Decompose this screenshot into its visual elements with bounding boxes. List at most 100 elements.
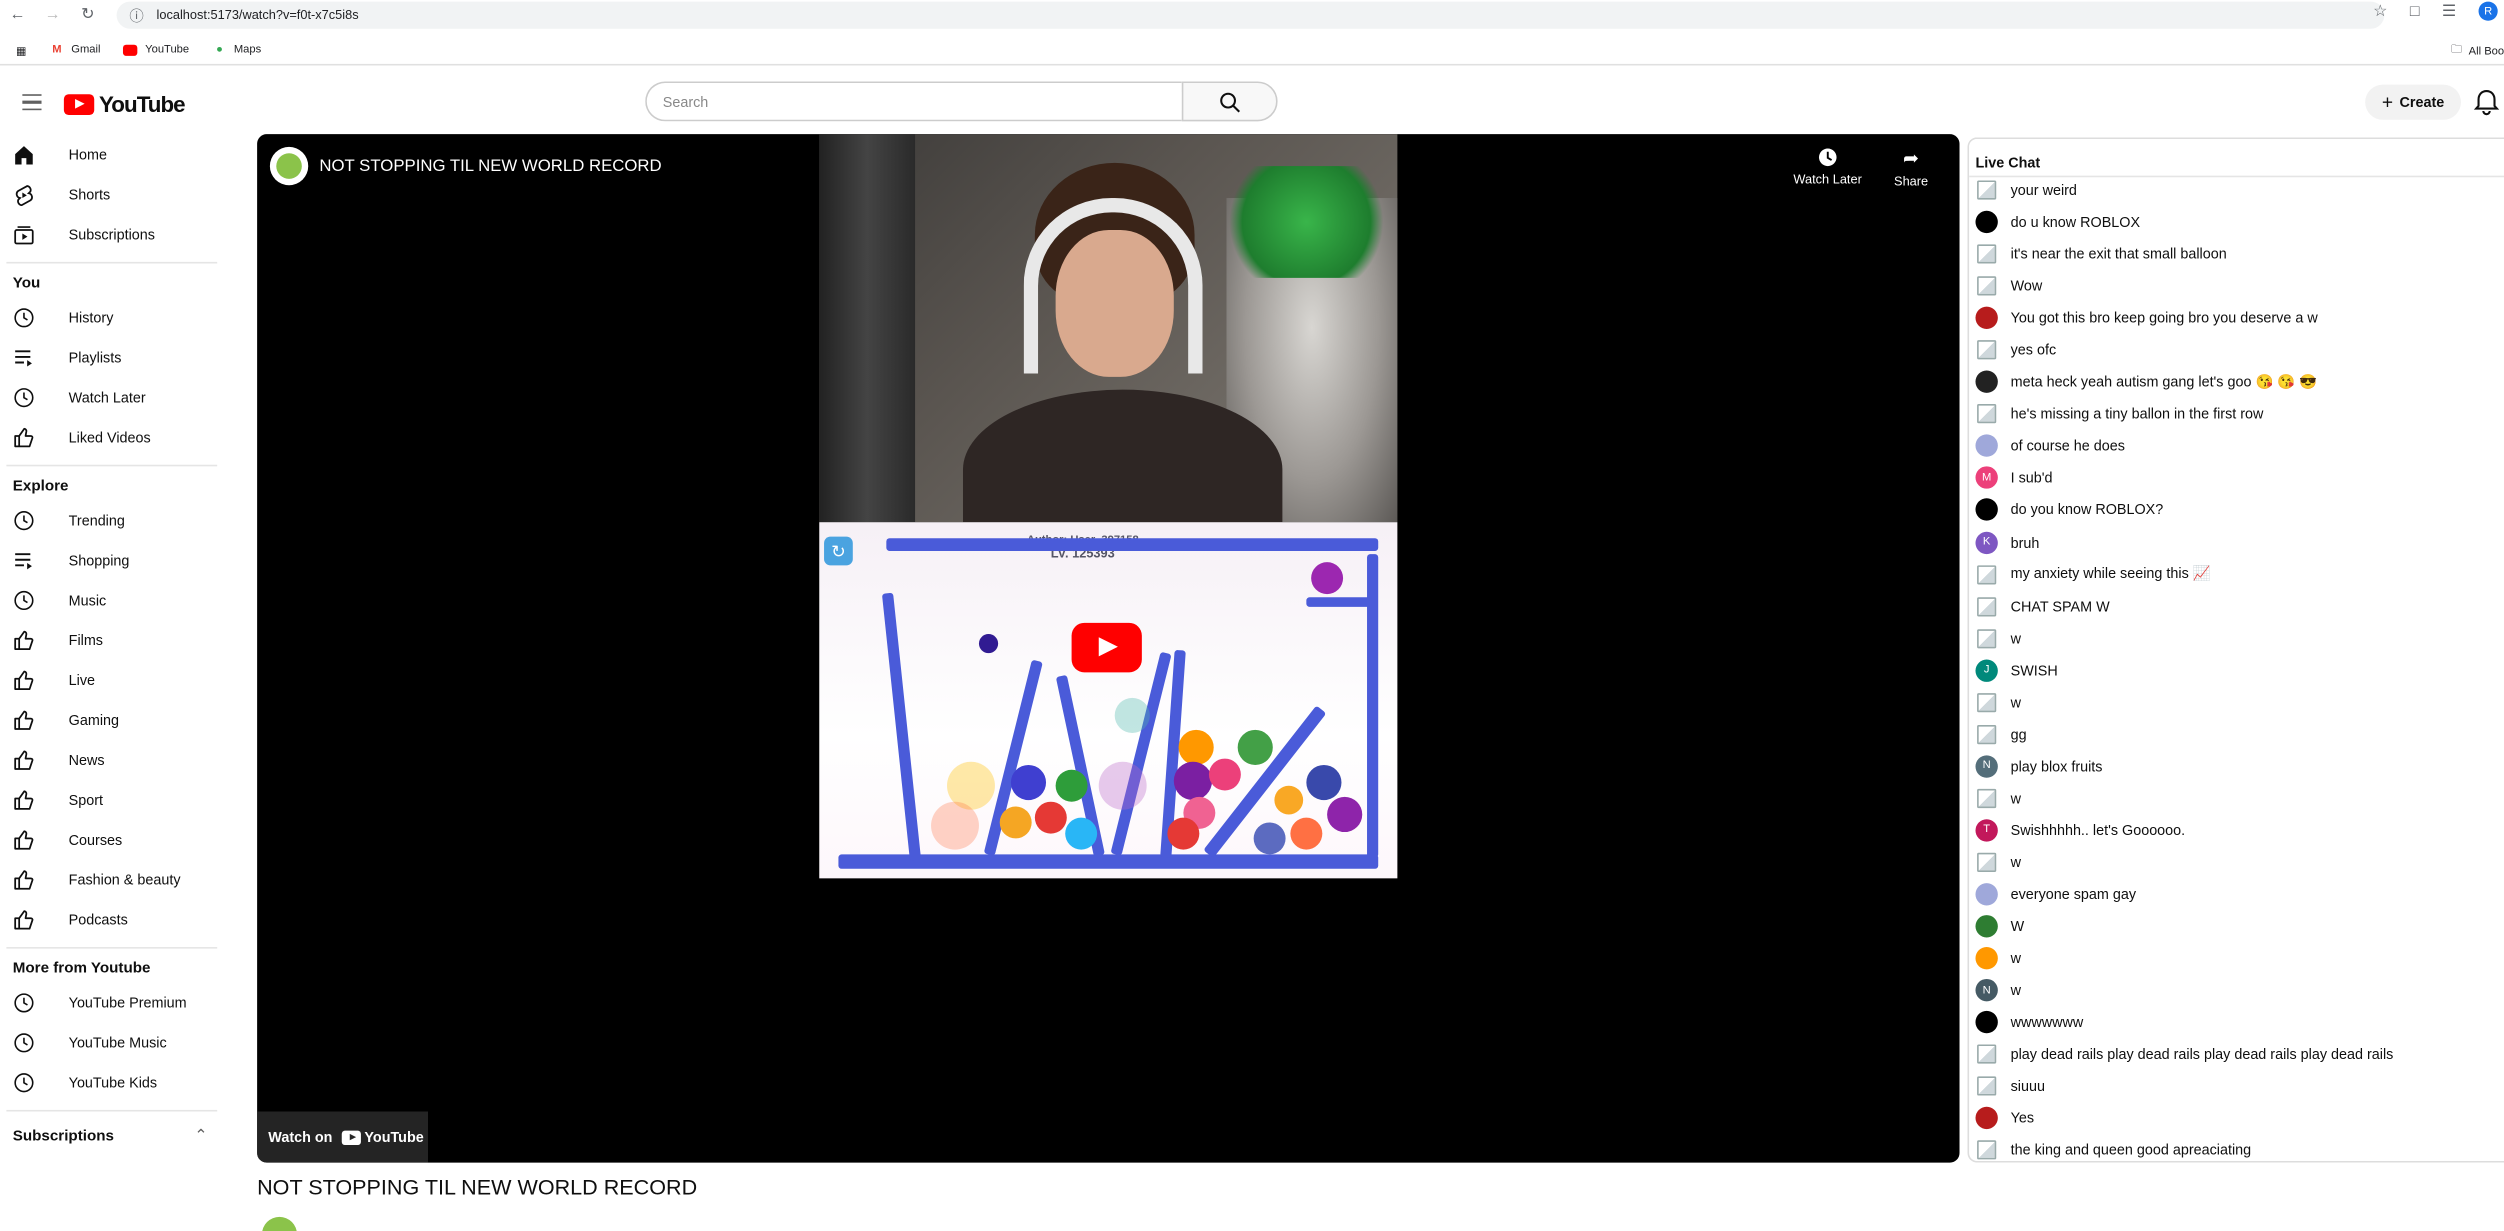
chat-messages[interactable]: your weird do u know ROBLOX it's near the … — [1969, 174, 2504, 1161]
sidebar-item-films[interactable]: Films — [0, 620, 224, 660]
chat-message: he's missing a tiny ballon in the first … — [1969, 398, 2504, 430]
chat-message-text: gg — [2010, 726, 2027, 743]
apps-icon[interactable]: ▦ — [16, 44, 27, 57]
sidebar-heading-you[interactable]: You — [0, 271, 224, 297]
sidebar-item-youtube-music[interactable]: YouTube Music — [0, 1022, 224, 1062]
sidebar-item-playlists[interactable]: Playlists — [0, 337, 224, 377]
video-player[interactable]: ↻ Author: User_397158 LV. 125393 — [257, 134, 1960, 1163]
media-icon[interactable]: ☰ — [2442, 2, 2456, 20]
reload-icon[interactable]: ↻ — [70, 6, 105, 24]
sidebar-item-youtube-kids[interactable]: YouTube Kids — [0, 1062, 224, 1102]
game-capture: ↻ Author: User_397158 LV. 125393 — [819, 522, 1398, 879]
chat-message: your weird — [1969, 174, 2504, 206]
chat-message: siuuu — [1969, 1070, 2504, 1102]
sidebar-item-label: History — [68, 309, 114, 325]
bookmark-gmail[interactable]: M Gmail — [49, 43, 100, 57]
share-icon: ➦ — [1903, 146, 1920, 170]
sidebar-item-label: Gaming — [68, 711, 120, 728]
sidebar-item-podcasts[interactable]: Podcasts — [0, 899, 224, 939]
create-button[interactable]: + Create — [2365, 84, 2461, 120]
player-title[interactable]: NOT STOPPING TIL NEW WORLD RECORD — [319, 157, 661, 176]
sidebar-item-liked-videos[interactable]: Liked Videos — [0, 417, 224, 457]
sidebar-item-sport[interactable]: Sport — [0, 779, 224, 819]
search-button[interactable] — [1181, 81, 1278, 122]
chat-message-text: of course he does — [2010, 438, 2125, 455]
profile-avatar[interactable]: R — [2478, 1, 2498, 21]
clock-icon — [13, 509, 35, 531]
extensions-icon[interactable]: □ — [2410, 2, 2420, 20]
sidebar-item-music[interactable]: Music — [0, 580, 224, 620]
playlist-icon — [13, 549, 35, 571]
channel-avatar[interactable] — [269, 146, 309, 186]
bookmark-maps[interactable]: ● Maps — [211, 43, 261, 57]
thumbs-up-icon — [13, 828, 35, 850]
sidebar-item-shopping[interactable]: Shopping — [0, 540, 224, 580]
sidebar-item-gaming[interactable]: Gaming — [0, 699, 224, 739]
all-bookmarks[interactable]: 🗀 All Boo — [2451, 43, 2504, 61]
chat-message: Nw — [1969, 974, 2504, 1006]
sidebar-item-label: Shopping — [68, 551, 130, 568]
youtube-mini-logo: YouTube — [342, 1129, 424, 1145]
chat-message: w — [1969, 942, 2504, 974]
sidebar-item-news[interactable]: News — [0, 739, 224, 779]
chat-avatar — [1975, 370, 1998, 394]
play-button[interactable] — [1071, 622, 1142, 673]
thumbs-up-icon — [13, 668, 35, 690]
thumbs-up-icon — [13, 748, 35, 770]
search-input[interactable]: Search — [645, 81, 1182, 122]
player-title-bar: NOT STOPPING TIL NEW WORLD RECORD — [269, 146, 662, 186]
sidebar-item-courses[interactable]: Courses — [0, 819, 224, 859]
sidebar-item-watch-later[interactable]: Watch Later — [0, 377, 224, 417]
watch-on-youtube-button[interactable]: Watch on YouTube — [257, 1111, 428, 1163]
chat-avatar — [1975, 627, 1997, 649]
sidebar-item-trending[interactable]: Trending — [0, 500, 224, 540]
sidebar-item-label: Podcasts — [68, 911, 128, 928]
video-title: NOT STOPPING TIL NEW WORLD RECORD — [257, 1175, 698, 1200]
menu-icon[interactable] — [22, 94, 42, 111]
clock-icon — [13, 1071, 35, 1093]
chat-message-text: Wow — [2010, 278, 2043, 295]
site-info-icon[interactable]: ⓘ — [129, 5, 143, 26]
forward-icon[interactable]: → — [35, 6, 70, 24]
sidebar-divider — [6, 464, 218, 467]
bookmark-star-icon[interactable]: ☆ — [2373, 2, 2387, 20]
clock-icon — [13, 1031, 35, 1053]
thumbs-up-icon — [13, 708, 35, 730]
sidebar-item-home[interactable]: Home — [0, 134, 224, 174]
chat-avatar — [1975, 403, 1997, 425]
sidebar-item-live[interactable]: Live — [0, 660, 224, 700]
sidebar-item-youtube-premium[interactable]: YouTube Premium — [0, 982, 224, 1022]
chat-message: it's near the exit that small balloon — [1969, 238, 2504, 270]
history-icon — [13, 306, 35, 328]
chat-message-text: meta heck yeah autism gang let's goo 😘 😘… — [2010, 373, 2318, 390]
address-bar[interactable]: ⓘ localhost:5173/watch?v=f0t-x7c5i8s — [116, 1, 2385, 29]
chat-avatar — [1975, 883, 1998, 906]
watch-later-button[interactable]: Watch Later — [1793, 147, 1862, 187]
chat-message-text: it's near the exit that small balloon — [2010, 246, 2227, 263]
chat-avatar — [1975, 723, 1997, 745]
sidebar-heading-subscriptions[interactable]: Subscriptions ⌃ — [0, 1119, 224, 1148]
chat-message-text: w — [2010, 790, 2022, 807]
sidebar-item-shorts[interactable]: Shorts — [0, 174, 224, 214]
bookmark-youtube[interactable]: YouTube — [123, 43, 189, 57]
chat-message: Nplay blox fruits — [1969, 750, 2504, 782]
channel-avatar-below[interactable] — [261, 1216, 298, 1231]
chat-avatar — [1975, 243, 1997, 265]
sidebar-item-history[interactable]: History — [0, 297, 224, 337]
subscriptions-icon — [13, 223, 35, 245]
sidebar-item-subscriptions[interactable]: Subscriptions — [0, 214, 224, 254]
notifications-icon[interactable] — [2472, 88, 2501, 125]
youtube-logo[interactable]: YouTube — [63, 91, 186, 117]
chat-avatar — [1975, 210, 1998, 234]
sidebar-item-fashion-beauty[interactable]: Fashion & beauty — [0, 859, 224, 899]
chat-message-text: w — [2010, 630, 2022, 647]
chat-message-text: play blox fruits — [2010, 758, 2103, 775]
chevron-up-icon[interactable]: ⌃ — [194, 1127, 207, 1145]
chat-message: W — [1969, 910, 2504, 942]
share-button[interactable]: ➦ Share — [1894, 147, 1928, 189]
chat-message: gg — [1969, 718, 2504, 750]
chat-avatar — [1975, 306, 1998, 330]
back-icon[interactable]: ← — [0, 6, 35, 24]
chat-avatar — [1975, 1043, 1997, 1065]
sidebar-divider — [6, 947, 218, 949]
